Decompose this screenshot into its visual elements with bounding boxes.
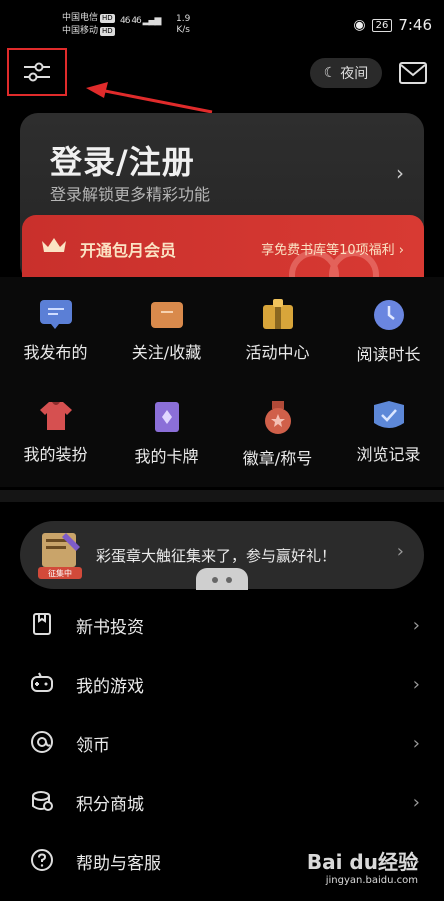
- night-mode-label: 夜间: [340, 66, 369, 82]
- hd-badge: HD: [100, 27, 115, 36]
- grid-item-follow[interactable]: 关注/收藏: [111, 277, 222, 367]
- carrier-1: 中国电信: [62, 13, 99, 23]
- points-icon: [32, 791, 53, 811]
- list-item-new-book-invest[interactable]: 新书投资 ›: [0, 596, 444, 654]
- vip-benefit: 享免费书库等10项福利 ›: [261, 243, 404, 258]
- vip-label: 开通包月会员: [80, 241, 177, 260]
- chevron-right-icon: ›: [412, 791, 420, 813]
- grid-item-history[interactable]: 浏览记录: [333, 379, 444, 469]
- section-divider: [0, 490, 444, 502]
- history-icon: [373, 401, 404, 428]
- list-item-my-games[interactable]: 我的游戏 ›: [0, 655, 444, 713]
- moon-icon: ☾: [323, 65, 337, 81]
- clock-time: 7:46: [398, 16, 432, 34]
- grid-label: 浏览记录: [356, 445, 421, 464]
- help-icon: [31, 849, 53, 871]
- grid-label: 我的卡牌: [134, 447, 199, 466]
- signal-icon: 46 46 ▂▄▆: [120, 16, 161, 26]
- grid-label: 阅读时长: [356, 345, 421, 364]
- vip-banner[interactable]: 开通包月会员 享免费书库等10项福利 ›: [22, 215, 424, 277]
- hd-badge: HD: [100, 14, 115, 23]
- list-item-label: 我的游戏: [76, 676, 144, 697]
- battery-indicator: 26: [371, 18, 393, 32]
- gift-icon: [262, 299, 293, 329]
- coin-icon: [31, 731, 53, 753]
- grid-label: 我发布的: [23, 343, 88, 362]
- grid-item-published[interactable]: 我发布的: [0, 277, 111, 367]
- grid-item-badges[interactable]: 徽章/称号: [222, 379, 333, 469]
- list-item-label: 帮助与客服: [76, 853, 161, 874]
- list-item-coins[interactable]: 领币 ›: [0, 714, 444, 772]
- chevron-right-icon: ›: [396, 161, 404, 185]
- folder-icon: [150, 302, 183, 328]
- list-item-label: 积分商城: [76, 794, 144, 815]
- status-bar: 中国电信 HD 中国移动 HD 46 46 ▂▄▆ 1.9 K/s ◉ 26 7:4…: [0, 0, 444, 50]
- baidu-watermark: Bai du经验 jingyan.baidu.com: [307, 846, 418, 886]
- chevron-right-icon: ›: [412, 614, 420, 636]
- settings-button[interactable]: [7, 48, 67, 96]
- grid-item-activity[interactable]: 活动中心: [222, 277, 333, 367]
- network-speed: 1.9 K/s: [176, 14, 191, 35]
- scroll-badge-icon: 征集中: [38, 533, 82, 579]
- mail-icon[interactable]: [398, 60, 428, 86]
- crown-icon: [42, 238, 66, 252]
- list-item-points-mall[interactable]: 积分商城 ›: [0, 773, 444, 831]
- eye-comfort-icon: ◉: [353, 17, 366, 33]
- grid-label: 我的装扮: [23, 445, 88, 464]
- card-icon: [154, 402, 179, 432]
- watermark-sub: jingyan.baidu.com: [325, 875, 418, 886]
- chevron-right-icon: ›: [412, 673, 420, 695]
- sliders-icon: [24, 62, 50, 82]
- clock-icon: [373, 300, 404, 330]
- grid-item-reading-time[interactable]: 阅读时长: [333, 277, 444, 367]
- list-item-label: 新书投资: [76, 617, 144, 638]
- message-icon: [39, 300, 72, 329]
- gamepad-icon: [31, 672, 53, 692]
- watermark-main: Bai du经验: [306, 850, 418, 874]
- chevron-right-icon: ›: [412, 732, 420, 754]
- grid-label: 关注/收藏: [131, 343, 202, 362]
- banner-badge-text: 征集中: [48, 568, 72, 578]
- banner-text: 彩蛋章大触征集来了，参与赢好礼！: [96, 547, 337, 565]
- login-title[interactable]: 登录/注册: [50, 137, 195, 183]
- grid-label: 徽章/称号: [242, 449, 313, 468]
- list-item-label: 领币: [76, 735, 110, 756]
- feature-grid: 我发布的 关注/收藏 活动中心 阅读时长 我的装扮 我的卡牌 徽章/称号 浏览记…: [0, 277, 444, 487]
- grid-item-dressup[interactable]: 我的装扮: [0, 379, 111, 469]
- carrier-info: 中国电信 HD 中国移动 HD: [62, 12, 115, 38]
- carrier-2: 中国移动: [62, 26, 99, 36]
- grid-item-cards[interactable]: 我的卡牌: [111, 379, 222, 469]
- grid-label: 活动中心: [245, 343, 310, 362]
- medal-icon: [264, 401, 291, 434]
- tshirt-icon: [39, 402, 72, 430]
- login-subtitle: 登录解锁更多精彩功能: [50, 185, 211, 204]
- pager-dots: [196, 568, 248, 590]
- night-mode-button[interactable]: ☾ 夜间: [310, 58, 382, 88]
- bookmark-icon: [33, 613, 51, 635]
- chevron-right-icon: ›: [396, 541, 404, 562]
